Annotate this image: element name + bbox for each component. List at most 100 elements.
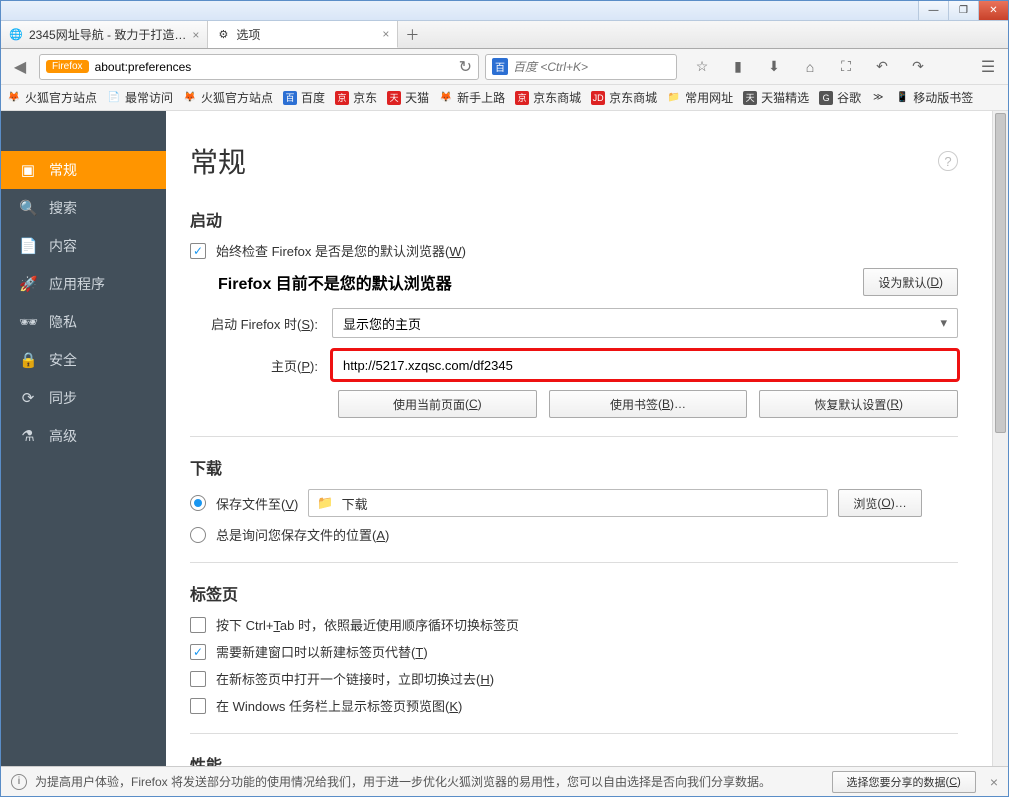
maximize-button[interactable]: ❐ (948, 1, 978, 20)
sidebar-icon: 🕶 (19, 313, 37, 331)
help-icon[interactable]: ? (938, 151, 958, 171)
sidebar-item-6[interactable]: ⟳同步 (1, 379, 166, 417)
pocket-icon[interactable]: ▮ (725, 54, 751, 80)
bookmark-item[interactable]: 京京东 (335, 89, 377, 106)
search-engine-icon: 百 (492, 58, 508, 75)
minimize-button[interactable]: — (918, 1, 948, 20)
sidebar-label: 内容 (49, 236, 77, 256)
fullscreen-icon[interactable]: ⛶ (833, 54, 859, 80)
sidebar-icon: 🔒 (19, 351, 37, 369)
search-input[interactable] (513, 60, 670, 74)
checkbox-ctrl-tab[interactable] (190, 617, 206, 633)
bookmark-label: 移动版书签 (913, 89, 973, 106)
window-close-button[interactable]: ✕ (978, 1, 1008, 20)
section-heading: 性能 (190, 752, 958, 766)
toolbar-icons: ☆ ▮ ⬇ ⌂ ⛶ ↶ ↷ (689, 54, 931, 80)
folder-icon: 📁 (317, 495, 333, 511)
radio-label: 总是询问您保存文件的位置(A) (216, 525, 389, 544)
url-input[interactable] (95, 60, 453, 74)
section-perf: 性能 (190, 752, 958, 766)
nav-toolbar: ◀ Firefox ↻ 百 ☆ ▮ ⬇ ⌂ ⛶ ↶ ↷ ☰ (1, 49, 1008, 85)
checkbox-taskbar[interactable] (190, 698, 206, 714)
new-tab-button[interactable]: ＋ (398, 21, 426, 48)
radio-save-to[interactable] (190, 495, 206, 511)
bookmark-icon: 📁 (667, 91, 681, 105)
preferences-sidebar: ▣常规🔍搜索📄内容🚀应用程序🕶隐私 🔒 安全 ⟳同步⚗高级 (1, 111, 166, 766)
bookmark-item[interactable]: 天天猫精选 (743, 89, 809, 106)
bookmark-icon: 📄 (107, 91, 121, 105)
checkbox-label: 需要新建窗口时以新建标签页代替(T) (216, 642, 428, 661)
bookmark-icon: 京 (335, 91, 349, 105)
bookmark-item[interactable]: 🦊火狐官方站点 (7, 89, 97, 106)
sidebar-item-4[interactable]: 🕶隐私 (1, 303, 166, 341)
sidebar-item-1[interactable]: 🔍搜索 (1, 189, 166, 227)
bookmark-icon: 📱 (895, 91, 909, 105)
use-current-button[interactable]: 使用当前页面(C) (338, 390, 537, 418)
scrollbar-thumb[interactable] (995, 113, 1006, 433)
back-button[interactable]: ◀ (7, 54, 33, 80)
bookmark-label: 京东 (353, 89, 377, 106)
sidebar-item-3[interactable]: 🚀应用程序 (1, 265, 166, 303)
set-default-button[interactable]: 设为默认(D) (863, 268, 958, 296)
downloads-icon[interactable]: ⬇ (761, 54, 787, 80)
bookmark-item[interactable]: 京京东商城 (515, 89, 581, 106)
bookmark-star-icon[interactable]: ☆ (689, 54, 715, 80)
checkbox-label: 始终检查 Firefox 是否是您的默认浏览器(W) (216, 241, 466, 260)
sidebar-item-0[interactable]: ▣常规 (1, 151, 166, 189)
bookmark-icon: 🦊 (439, 91, 453, 105)
window: — ❐ ✕ 🌐 2345网址导航 - 致力于打造… × ⚙ 选项 × ＋ ◀ F… (0, 0, 1009, 797)
bookmark-label: 京东商城 (609, 89, 657, 106)
bookmark-icon: 天 (387, 91, 401, 105)
use-bookmark-button[interactable]: 使用书签(B)… (549, 390, 748, 418)
homepage-input[interactable] (332, 350, 958, 380)
sidebar-icon: ⟳ (19, 389, 37, 407)
tab-preferences[interactable]: ⚙ 选项 × (208, 21, 398, 48)
choose-data-button[interactable]: 选择您要分享的数据(C) (832, 771, 976, 793)
sidebar-item-2[interactable]: 📄内容 (1, 227, 166, 265)
restore-default-button[interactable]: 恢复默认设置(R) (759, 390, 958, 418)
checkbox-open-link[interactable] (190, 671, 206, 687)
tab-close-icon[interactable]: × (192, 28, 199, 42)
not-default-text: Firefox 目前不是您的默认浏览器 (218, 270, 452, 294)
section-heading: 下载 (190, 455, 958, 479)
bookmark-icon: 百 (283, 91, 297, 105)
bookmark-item[interactable]: 🦊火狐官方站点 (183, 89, 273, 106)
url-bar[interactable]: Firefox ↻ (39, 54, 479, 80)
bookmark-item[interactable]: 🦊新手上路 (439, 89, 505, 106)
checkbox-check-default[interactable]: ✓ (190, 243, 206, 259)
info-icon: i (11, 774, 27, 790)
bookmark-item[interactable]: 📄最常访问 (107, 89, 173, 106)
browse-button[interactable]: 浏览(O)… (838, 489, 921, 517)
bookmark-item[interactable]: 天天猫 (387, 89, 429, 106)
sidebar-label: 常规 (49, 160, 77, 180)
checkbox-new-window[interactable]: ✓ (190, 644, 206, 660)
identity-pill: Firefox (46, 60, 89, 73)
bookmark-item[interactable]: ≫ (871, 91, 885, 105)
bookmark-item[interactable]: G谷歌 (819, 89, 861, 106)
tab-2345[interactable]: 🌐 2345网址导航 - 致力于打造… × (1, 21, 208, 48)
home-icon[interactable]: ⌂ (797, 54, 823, 80)
history-icon[interactable]: ↶ (869, 54, 895, 80)
bookmark-label: 常用网址 (685, 89, 733, 106)
bookmark-item[interactable]: 📱 移动版书签 (895, 89, 973, 106)
infobar-close-icon[interactable]: × (990, 774, 998, 790)
bookmark-label: 天猫精选 (761, 89, 809, 106)
sidebar-item-5[interactable]: 🔒 安全 (1, 341, 166, 379)
bookmark-item[interactable]: 百百度 (283, 89, 325, 106)
bookmark-icon: 🦊 (7, 91, 21, 105)
menu-button[interactable]: ☰ (974, 54, 1002, 80)
forward-icon[interactable]: ↷ (905, 54, 931, 80)
bookmark-label: 百度 (301, 89, 325, 106)
search-bar[interactable]: 百 (485, 54, 677, 80)
scrollbar[interactable] (992, 111, 1008, 766)
tab-close-icon[interactable]: × (382, 27, 389, 41)
reload-icon[interactable]: ↻ (459, 57, 472, 77)
preferences-pane: 常规 ? 启动 ✓ 始终检查 Firefox 是否是您的默认浏览器(W) Fir… (166, 111, 992, 766)
bookmark-label: 谷歌 (837, 89, 861, 106)
bookmark-item[interactable]: 📁 常用网址 (667, 89, 733, 106)
radio-always-ask[interactable] (190, 527, 206, 543)
bookmark-item[interactable]: JD京东商城 (591, 89, 657, 106)
sidebar-label: 安全 (49, 350, 77, 370)
sidebar-item-7[interactable]: ⚗高级 (1, 417, 166, 455)
when-start-select[interactable]: 显示您的主页 (332, 308, 958, 338)
